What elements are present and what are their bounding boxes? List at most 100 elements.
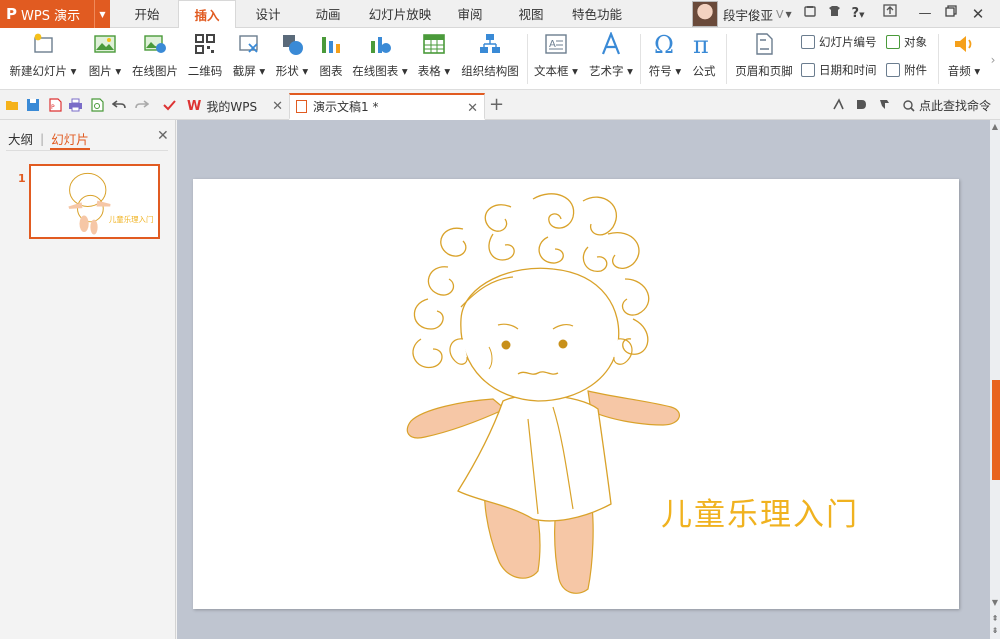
textbox-icon: A: [545, 34, 567, 54]
user-account[interactable]: 段宇俊亚 V ▼: [692, 0, 792, 28]
minimize-icon[interactable]: —: [913, 0, 937, 28]
chevron-down-icon[interactable]: ▼: [94, 0, 110, 28]
thumbnail-illustration: 儿童乐理入门: [68, 172, 154, 235]
redo-icon[interactable]: [134, 98, 149, 112]
chart-icon: [322, 37, 340, 53]
chart-button[interactable]: 图表: [315, 32, 347, 86]
app-menu-button[interactable]: P WPS 演示 ▼: [0, 0, 110, 28]
close-icon[interactable]: ✕: [272, 99, 283, 114]
save-icon[interactable]: [26, 98, 41, 112]
textbox-button[interactable]: A 文本框 ▾: [531, 32, 581, 86]
help-icon[interactable]: ?▼: [846, 0, 870, 28]
online-picture-icon: [144, 35, 166, 53]
ribbon-separator: [726, 34, 727, 84]
find-command-label: 点此查找命令: [919, 99, 992, 113]
scroll-up-icon[interactable]: ▲: [990, 122, 1000, 131]
table-button[interactable]: 表格 ▾: [415, 32, 453, 86]
org-chart-label: 组织结构图: [461, 64, 519, 78]
tab-special-features[interactable]: 特色功能: [565, 0, 629, 28]
avatar[interactable]: [692, 1, 718, 27]
tab-home[interactable]: 开始: [121, 0, 173, 28]
tab-document-label: 演示文稿1 *: [313, 100, 379, 114]
shirt-icon[interactable]: [822, 0, 846, 28]
slide-number-button[interactable]: 幻灯片编号: [801, 32, 877, 52]
slide-thumbnail[interactable]: 儿童乐理入门: [29, 164, 160, 239]
next-slide-icon[interactable]: ⇟: [990, 626, 1000, 635]
picture-label: 图片: [88, 64, 112, 78]
screenshot-icon: [239, 35, 258, 53]
qrcode-label: 二维码: [187, 64, 223, 78]
cartoon-child-illustration[interactable]: [193, 179, 959, 609]
new-tab-button[interactable]: +: [489, 94, 504, 115]
wordart-button[interactable]: 艺术字 ▾: [586, 32, 636, 86]
tab-animation[interactable]: 动画: [302, 0, 354, 28]
preview-icon[interactable]: [90, 98, 105, 112]
tab-my-wps[interactable]: W 我的WPS ✕: [181, 93, 289, 120]
vertical-scrollbar[interactable]: ▲ ▼ ⇞ ⇟: [990, 120, 1000, 639]
date-time-button[interactable]: 日期和时间: [801, 60, 877, 80]
find-command[interactable]: 点此查找命令: [903, 97, 991, 114]
tab-view[interactable]: 视图: [505, 0, 557, 28]
tab-document[interactable]: 演示文稿1 * ✕: [289, 93, 485, 120]
online-picture-button[interactable]: 在线图片: [130, 32, 180, 86]
close-icon[interactable]: ✕: [467, 101, 478, 116]
new-slide-button[interactable]: 新建幻灯片 ▾: [8, 32, 78, 86]
attachment-button[interactable]: 附件: [886, 60, 927, 80]
print-icon[interactable]: [68, 98, 83, 112]
shape-button[interactable]: 形状 ▾: [273, 32, 311, 86]
thumbnail-title: 儿童乐理入门: [109, 214, 154, 224]
tool-c-icon[interactable]: [878, 98, 891, 111]
tab-slideshow[interactable]: 幻灯片放映: [362, 0, 438, 28]
ribbon-insert: 新建幻灯片 ▾ 图片 ▾ 在线图片 二维码 截屏 ▾ 形状 ▾ 图表 在线图表 …: [0, 28, 1000, 90]
symbol-button[interactable]: Ω 符号 ▾: [645, 32, 685, 86]
restore-icon[interactable]: [939, 0, 963, 28]
menu-bar: P WPS 演示 ▼ 开始 插入 设计 动画 幻灯片放映 审阅 视图 特色功能 …: [0, 0, 1000, 29]
attachment-label: 附件: [904, 63, 927, 77]
tab-insert[interactable]: 插入: [178, 0, 236, 29]
slide-canvas[interactable]: 儿童乐理入门: [193, 179, 959, 609]
table-label: 表格: [417, 64, 441, 78]
vip-badge: V: [776, 7, 784, 21]
svg-text:Ω: Ω: [654, 32, 674, 56]
ribbon-separator: [938, 34, 939, 84]
online-chart-label: 在线图表: [352, 64, 399, 78]
tab-outline[interactable]: 大纲: [8, 129, 33, 148]
object-button[interactable]: 对象: [886, 32, 927, 52]
org-chart-button[interactable]: 组织结构图: [458, 32, 522, 86]
tab-my-wps-label: 我的WPS: [206, 100, 258, 114]
screenshot-button[interactable]: 截屏 ▾: [230, 32, 268, 86]
calendar-icon: [801, 63, 815, 77]
textbox-label: 文本框: [534, 64, 569, 78]
slide-title[interactable]: 儿童乐理入门: [661, 489, 859, 534]
tab-slides[interactable]: 幻灯片: [51, 129, 89, 148]
scroll-down-icon[interactable]: ▼: [990, 598, 1000, 607]
header-footer-button[interactable]: 页眉和页脚: [732, 32, 796, 86]
chevron-down-icon[interactable]: ▼: [786, 10, 792, 19]
scrollbar-thumb[interactable]: [992, 380, 1000, 480]
online-chart-button[interactable]: 在线图表 ▾: [350, 32, 410, 86]
wordart-icon: [601, 32, 621, 55]
formula-button[interactable]: π 公式: [688, 32, 720, 86]
customize-icon[interactable]: [162, 98, 177, 112]
pdf-icon[interactable]: P: [48, 98, 63, 112]
wordart-label: 艺术字: [589, 64, 624, 78]
close-icon[interactable]: ✕: [157, 128, 169, 144]
shape-label: 形状: [275, 64, 299, 78]
picture-button[interactable]: 图片 ▾: [86, 32, 124, 86]
user-name[interactable]: 段宇俊亚: [723, 5, 773, 24]
skin-icon[interactable]: [798, 0, 822, 28]
tab-design[interactable]: 设计: [242, 0, 294, 28]
tool-b-icon[interactable]: [855, 98, 868, 111]
qrcode-button[interactable]: 二维码: [186, 32, 224, 86]
undo-icon[interactable]: [112, 98, 127, 112]
tab-review[interactable]: 审阅: [444, 0, 496, 28]
audio-button[interactable]: 音频 ▾: [943, 32, 985, 86]
previous-slide-icon[interactable]: ⇞: [990, 614, 1000, 623]
tool-a-icon[interactable]: [832, 98, 845, 111]
search-icon: [903, 99, 915, 112]
chevron-right-icon[interactable]: ›: [986, 46, 1000, 74]
upload-icon[interactable]: [878, 0, 902, 28]
online-chart-icon: [371, 37, 391, 53]
close-icon[interactable]: ✕: [966, 0, 990, 28]
open-icon[interactable]: [5, 98, 20, 112]
